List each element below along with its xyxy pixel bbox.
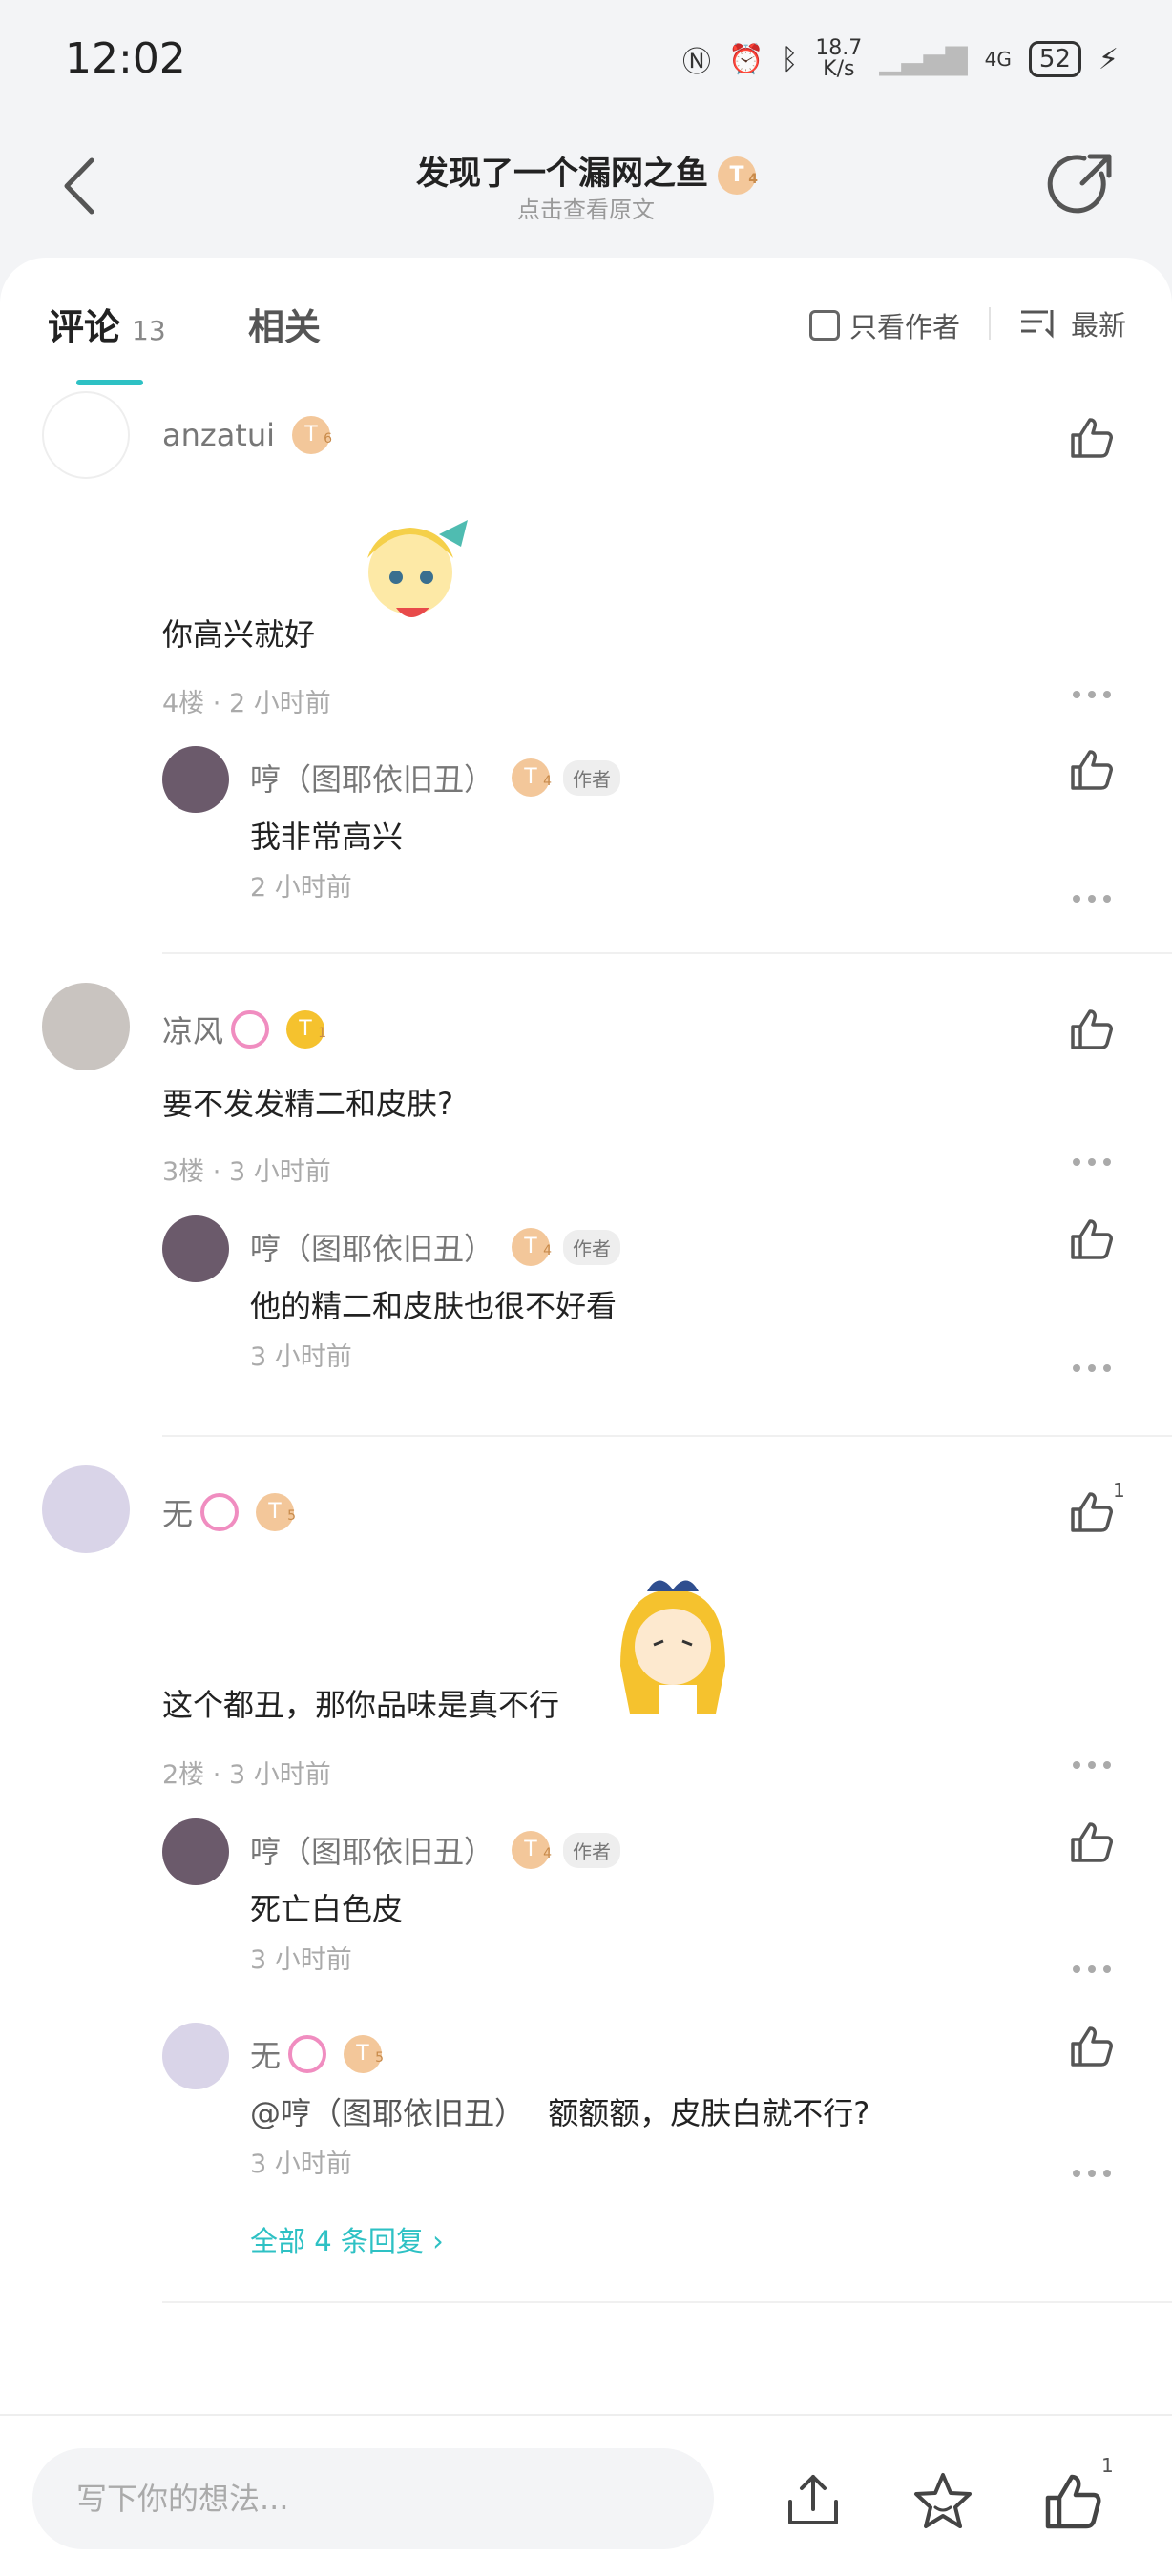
comment-count: 13: [132, 315, 166, 346]
avatar[interactable]: [42, 983, 130, 1070]
tab-related[interactable]: 相关: [248, 298, 321, 350]
status-icons: Ⓝ ⏰ ᛒ 18.7 K/s ▁▃▅▇ 4G 52 ⚡: [682, 38, 1119, 80]
comment-separator: [162, 952, 1172, 954]
avatar[interactable]: [42, 1465, 130, 1553]
status-time: 12:02: [65, 34, 186, 83]
comments-panel: 评论 13 相关 只看作者 最新 anzatui T6 你高兴就好 4楼 · 2…: [0, 258, 1172, 2414]
like-icon[interactable]: [1067, 2023, 1115, 2070]
view-original-link[interactable]: 点击查看原文: [0, 191, 1172, 224]
comment-text: 你高兴就好: [162, 616, 316, 653]
avatar[interactable]: [162, 1215, 229, 1282]
comment-username[interactable]: 无 T5: [162, 1490, 296, 1534]
signal-icon: ▁▃▅▇: [879, 42, 968, 76]
comment-meta: 3楼 · 3 小时前: [162, 1157, 331, 1187]
medal-badge: [288, 2035, 327, 2073]
more-options-icon[interactable]: [1073, 895, 1111, 906]
nfc-icon: Ⓝ: [681, 46, 711, 79]
top-header: 发现了一个漏网之鱼 T 4 点击查看原文: [0, 124, 1172, 258]
divider: [989, 307, 991, 340]
level-badge: T1: [286, 1010, 326, 1049]
comment-text: 这个都丑，那你品味是真不行: [162, 1687, 560, 1723]
author-tag: 作者: [563, 1832, 621, 1868]
comment-separator: [162, 1435, 1172, 1437]
level-badge: T4: [718, 156, 758, 195]
only-author-toggle[interactable]: 只看作者: [809, 305, 960, 345]
avatar[interactable]: [162, 2023, 229, 2089]
network-type: 4G: [984, 48, 1012, 71]
like-count: 1: [1113, 1479, 1125, 1502]
level-badge: T6: [292, 416, 332, 454]
active-tab-indicator: [76, 380, 143, 385]
favorite-star-icon[interactable]: [910, 2469, 975, 2534]
reply-time: 2 小时前: [250, 873, 352, 903]
comment-meta: 2楼 · 3 小时前: [162, 1760, 331, 1790]
network-speed: 18.7 K/s: [815, 36, 863, 81]
like-icon[interactable]: [1067, 414, 1115, 462]
more-options-icon[interactable]: [1073, 1965, 1111, 1977]
reply-username[interactable]: 无 T5: [250, 2032, 384, 2076]
level-badge: T5: [256, 1493, 296, 1531]
reply-username[interactable]: 哼（图耶依旧丑） T4 作者: [250, 1828, 621, 1872]
like-icon[interactable]: [1067, 1006, 1115, 1053]
comment-username[interactable]: anzatui T6: [162, 416, 332, 454]
expand-replies-link[interactable]: 全部 4 条回复 ›: [250, 2219, 444, 2259]
like-icon[interactable]: [1067, 1488, 1115, 1536]
medal-badge: [200, 1493, 240, 1531]
avatar[interactable]: [42, 391, 130, 479]
battery-indicator: 52: [1028, 41, 1081, 77]
level-badge: T5: [344, 2035, 384, 2073]
reply-text: 他的精二和皮肤也很不好看: [250, 1288, 617, 1324]
comment-username[interactable]: 凉风 T1: [162, 1008, 326, 1051]
reply-username[interactable]: 哼（图耶依旧丑） T4 作者: [250, 756, 621, 800]
level-badge: T4: [512, 758, 552, 797]
avatar[interactable]: [162, 1818, 229, 1885]
avatar[interactable]: [162, 746, 229, 813]
charging-icon: ⚡: [1098, 42, 1119, 76]
more-options-icon[interactable]: [1073, 2170, 1111, 2181]
share-upload-icon[interactable]: [781, 2469, 846, 2534]
sticker-image: [620, 1580, 725, 1714]
reply-time: 3 小时前: [250, 1342, 352, 1372]
reply-text: @哼（图耶依旧丑） 额额额，皮肤白就不行?: [250, 2095, 870, 2131]
more-options-icon[interactable]: [1073, 691, 1111, 702]
more-options-icon[interactable]: [1073, 1364, 1111, 1376]
sort-button[interactable]: 最新: [1019, 303, 1126, 343]
bottom-action-bar: 写下你的想法... 1: [0, 2414, 1172, 2576]
tab-bar: 评论 13 相关 只看作者 最新: [0, 258, 1172, 385]
author-tag: 作者: [563, 1229, 621, 1265]
medal-badge: [231, 1010, 270, 1049]
more-options-icon[interactable]: [1073, 1158, 1111, 1170]
alarm-icon: ⏰: [727, 42, 764, 76]
bluetooth-icon: ᛒ: [781, 42, 799, 76]
status-bar: 12:02 Ⓝ ⏰ ᛒ 18.7 K/s ▁▃▅▇ 4G 52 ⚡: [0, 0, 1172, 124]
comment-meta: 4楼 · 2 小时前: [162, 689, 331, 718]
level-badge: T4: [512, 1831, 552, 1869]
reply-text: 死亡白色皮: [250, 1891, 404, 1927]
reply-username[interactable]: 哼（图耶依旧丑） T4 作者: [250, 1225, 621, 1269]
only-author-checkbox[interactable]: [809, 310, 840, 341]
comment-input[interactable]: 写下你的想法...: [32, 2448, 714, 2549]
level-badge: T4: [512, 1228, 552, 1266]
sticker-image: [367, 520, 468, 617]
more-options-icon[interactable]: [1073, 1761, 1111, 1773]
like-icon[interactable]: [1067, 746, 1115, 794]
post-title[interactable]: 发现了一个漏网之鱼 T 4: [0, 147, 1172, 195]
comment-text: 要不发发精二和皮肤?: [162, 1086, 453, 1122]
like-icon[interactable]: [1040, 2469, 1105, 2534]
reply-time: 3 小时前: [250, 2150, 352, 2179]
like-icon[interactable]: [1067, 1818, 1115, 1866]
reply-time: 3 小时前: [250, 1945, 352, 1975]
author-tag: 作者: [563, 759, 621, 796]
like-count: 1: [1101, 2454, 1114, 2477]
reply-text: 我非常高兴: [250, 819, 404, 855]
sort-icon: [1021, 310, 1054, 339]
like-icon[interactable]: [1067, 1215, 1115, 1263]
tab-comments[interactable]: 评论 13: [48, 298, 166, 350]
mention-link[interactable]: @哼（图耶依旧丑）: [250, 2095, 525, 2131]
comment-separator: [162, 2301, 1172, 2303]
share-icon[interactable]: [1046, 147, 1122, 223]
